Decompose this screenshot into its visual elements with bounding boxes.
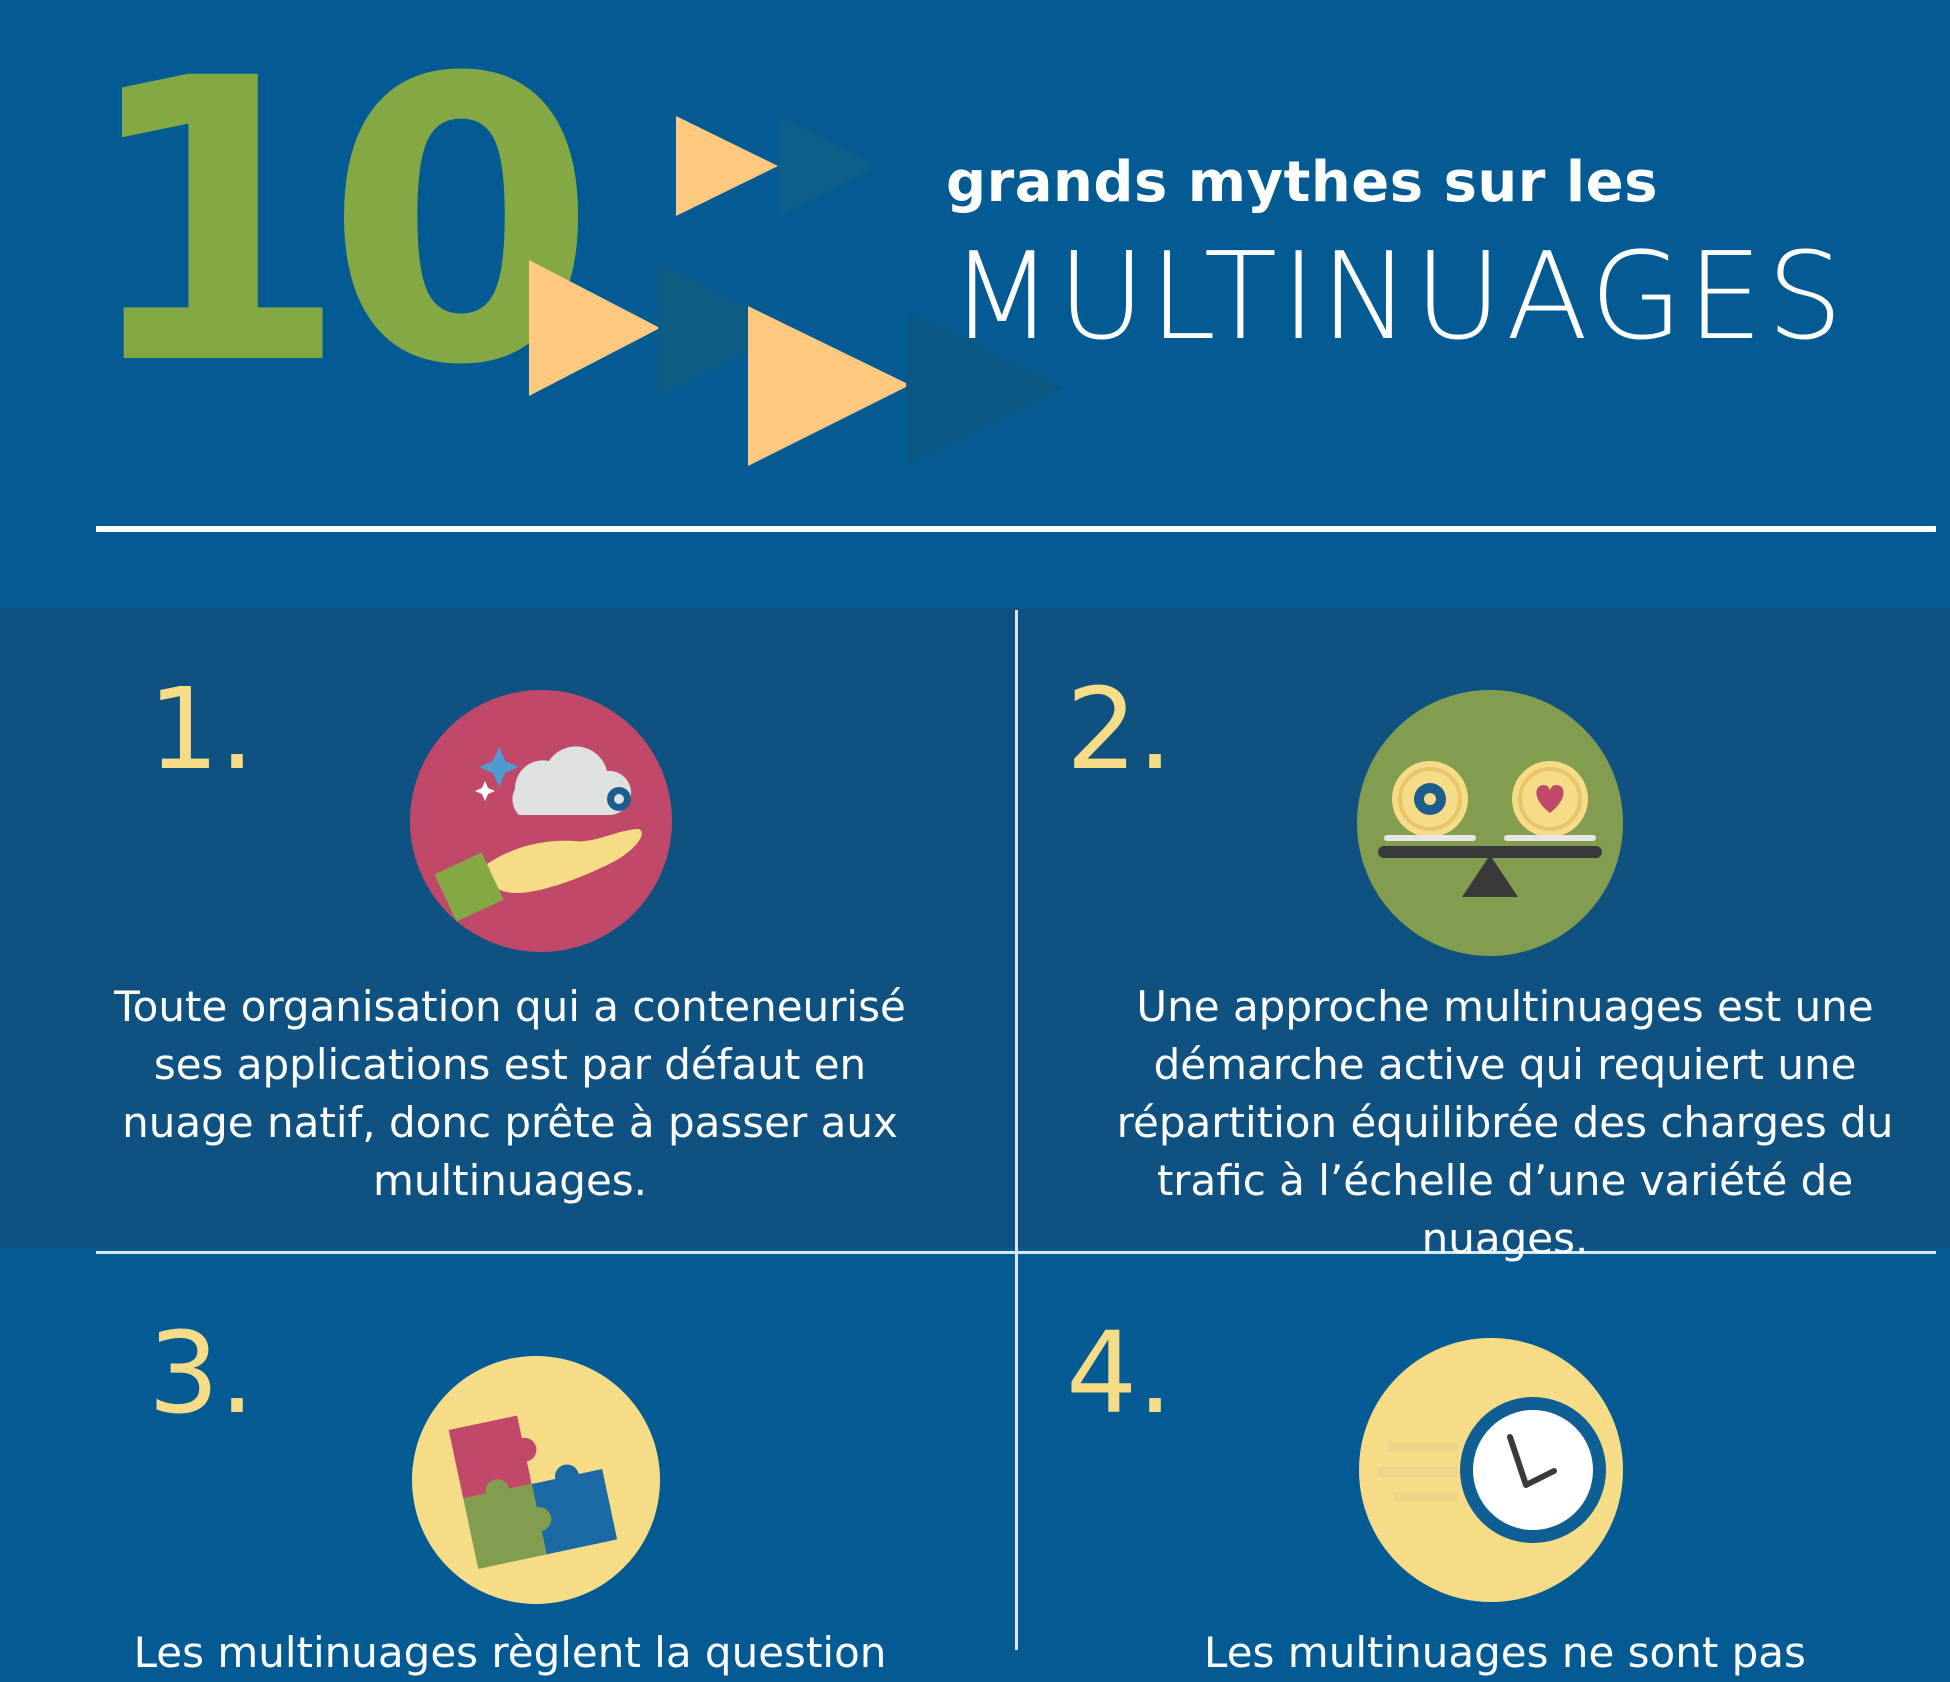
arrows-decoration-icon [529,116,1066,466]
myth-number: 2. [1066,665,1173,795]
fast-clock-icon [1359,1338,1623,1602]
myth-number: 1. [148,665,255,795]
myth-text: Une approche multinuages est une démarch… [1116,982,1894,1263]
grid-vertical-divider [1015,610,1018,1650]
myth-number: 4. [1066,1309,1173,1439]
myth-number: 3. [148,1309,255,1439]
puzzle-icon [412,1356,660,1604]
myth-text: Les multinuages ne sont pas [1204,1628,1806,1677]
cloud-in-hand-icon [410,690,672,952]
main-title: MULTINUAGES [950,228,1847,367]
title-divider [96,526,1936,532]
myth-text: Les multinuages règlent la question [133,1628,887,1677]
myth-text: Toute organisation qui a conteneurisé se… [114,982,906,1205]
balance-scale-icon [1357,690,1623,956]
header: 10 grands mythes sur les MULTINUAGES [0,0,1950,600]
subtitle: grands mythes sur les [946,150,1658,215]
